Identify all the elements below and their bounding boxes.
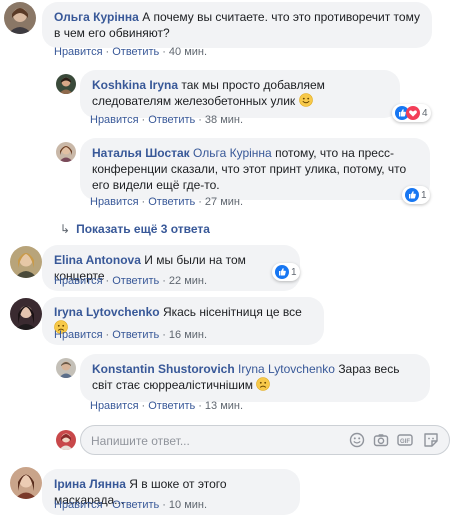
like-link[interactable]: Нравится — [90, 114, 139, 126]
like-link[interactable]: Нравится — [54, 329, 103, 341]
reply-link[interactable]: Ответить — [112, 46, 159, 58]
like-link[interactable]: Нравится — [54, 499, 103, 511]
avatar[interactable] — [56, 358, 76, 378]
reply-link[interactable]: Ответить — [112, 329, 159, 341]
mention-link[interactable]: Ольга Курінна — [193, 146, 272, 160]
mention-link[interactable]: Iryna Lytovchenko — [238, 362, 335, 376]
like-link[interactable]: Нравится — [90, 400, 139, 412]
comment-time[interactable]: 10 мин. — [169, 499, 207, 511]
avatar[interactable] — [56, 142, 76, 162]
comment-time[interactable]: 40 мин. — [169, 46, 207, 58]
reply-arrow-icon: ↳ — [60, 222, 71, 236]
comment-actions: Нравится · Ответить · 16 мин. — [54, 329, 208, 341]
reply-link[interactable]: Ответить — [148, 114, 195, 126]
reaction-count: 1 — [291, 266, 297, 278]
reply-composer: GIF — [80, 425, 450, 455]
avatar[interactable] — [10, 298, 42, 330]
emoji-icon[interactable] — [349, 432, 365, 448]
like-link[interactable]: Нравится — [54, 46, 103, 58]
comment-author[interactable]: Konstantin Shustorovich — [92, 362, 235, 376]
like-link[interactable]: Нравится — [90, 196, 139, 208]
comment-actions: Нравится · Ответить · 10 мин. — [54, 499, 208, 511]
comment-bubble: Koshkina Iryna так мы просто добавляем с… — [80, 70, 400, 118]
current-user-avatar — [56, 430, 76, 450]
svg-text:GIF: GIF — [400, 439, 410, 445]
comment-author[interactable]: Elina Antonova — [54, 253, 141, 267]
comment-actions: Нравится · Ответить · 40 мин. — [54, 46, 208, 58]
smile-emoji-icon — [298, 93, 313, 111]
like-reaction-icon — [275, 265, 289, 279]
like-link[interactable]: Нравится — [54, 275, 103, 287]
reaction-summary[interactable]: 1 — [272, 263, 300, 281]
comment-time[interactable]: 27 мин. — [205, 196, 243, 208]
reply-link[interactable]: Ответить — [112, 499, 159, 511]
reaction-count: 4 — [422, 107, 428, 119]
reaction-count: 1 — [421, 189, 427, 201]
love-reaction-icon — [406, 106, 420, 120]
comment-time[interactable]: 38 мин. — [205, 114, 243, 126]
comment-text: Якась нісенітниця це все — [162, 305, 302, 319]
reaction-summary[interactable]: 1 — [402, 186, 430, 204]
sticker-icon[interactable] — [423, 432, 439, 448]
reply-link[interactable]: Ответить — [112, 275, 159, 287]
comment-time[interactable]: 22 мин. — [169, 275, 207, 287]
comment-bubble: Наталья Шостак Ольга Курінна потому, что… — [80, 138, 430, 200]
avatar[interactable] — [10, 467, 42, 499]
avatar[interactable] — [4, 2, 36, 34]
like-reaction-icon — [405, 188, 419, 202]
avatar[interactable] — [10, 246, 42, 278]
reply-input[interactable] — [91, 432, 341, 450]
sad-emoji-icon — [256, 377, 271, 395]
comment-actions: Нравится · Ответить · 22 мин. — [54, 275, 208, 287]
comment-author[interactable]: Ірина Лянна — [54, 477, 126, 491]
comment-author[interactable]: Ольга Курінна — [54, 10, 139, 24]
comment-time[interactable]: 16 мин. — [169, 329, 207, 341]
avatar[interactable] — [56, 74, 76, 94]
reply-link[interactable]: Ответить — [148, 196, 195, 208]
comment-author[interactable]: Iryna Lytovchenko — [54, 305, 160, 319]
comment-actions: Нравится · Ответить · 27 мин. — [90, 196, 244, 208]
comment-time[interactable]: 13 мин. — [205, 400, 243, 412]
show-more-replies-label: Показать ещё 3 ответа — [76, 222, 210, 236]
comment-bubble: Ольга Курінна А почему вы считаете. что … — [42, 2, 432, 48]
gif-icon[interactable]: GIF — [397, 432, 413, 448]
reply-link[interactable]: Ответить — [148, 400, 195, 412]
comment-author[interactable]: Koshkina Iryna — [92, 78, 178, 92]
reaction-summary[interactable]: 4 — [392, 104, 431, 122]
comment-actions: Нравится · Ответить · 13 мин. — [90, 400, 244, 412]
comment-author[interactable]: Наталья Шостак — [92, 146, 190, 160]
show-more-replies-link[interactable]: ↳ Показать ещё 3 ответа — [60, 222, 210, 236]
comment-bubble: Konstantin Shustorovich Iryna Lytovchenk… — [80, 354, 430, 402]
comment-actions: Нравится · Ответить · 38 мин. — [90, 114, 244, 126]
camera-icon[interactable] — [373, 432, 389, 448]
